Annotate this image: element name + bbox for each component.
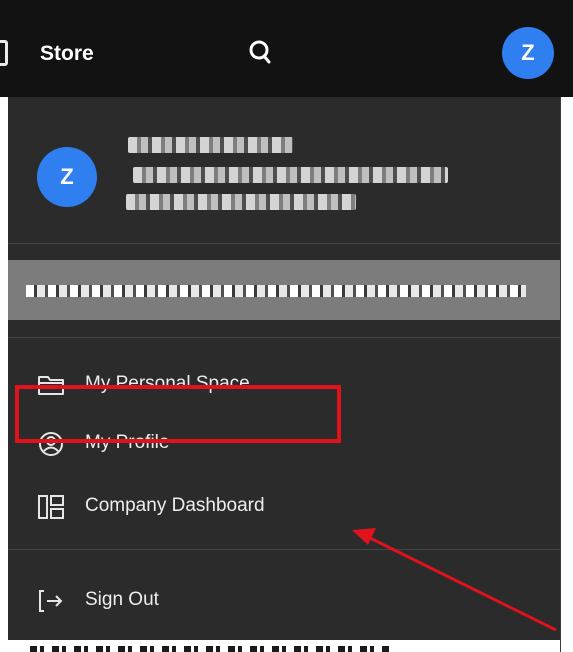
annotation-arrow — [352, 528, 557, 632]
